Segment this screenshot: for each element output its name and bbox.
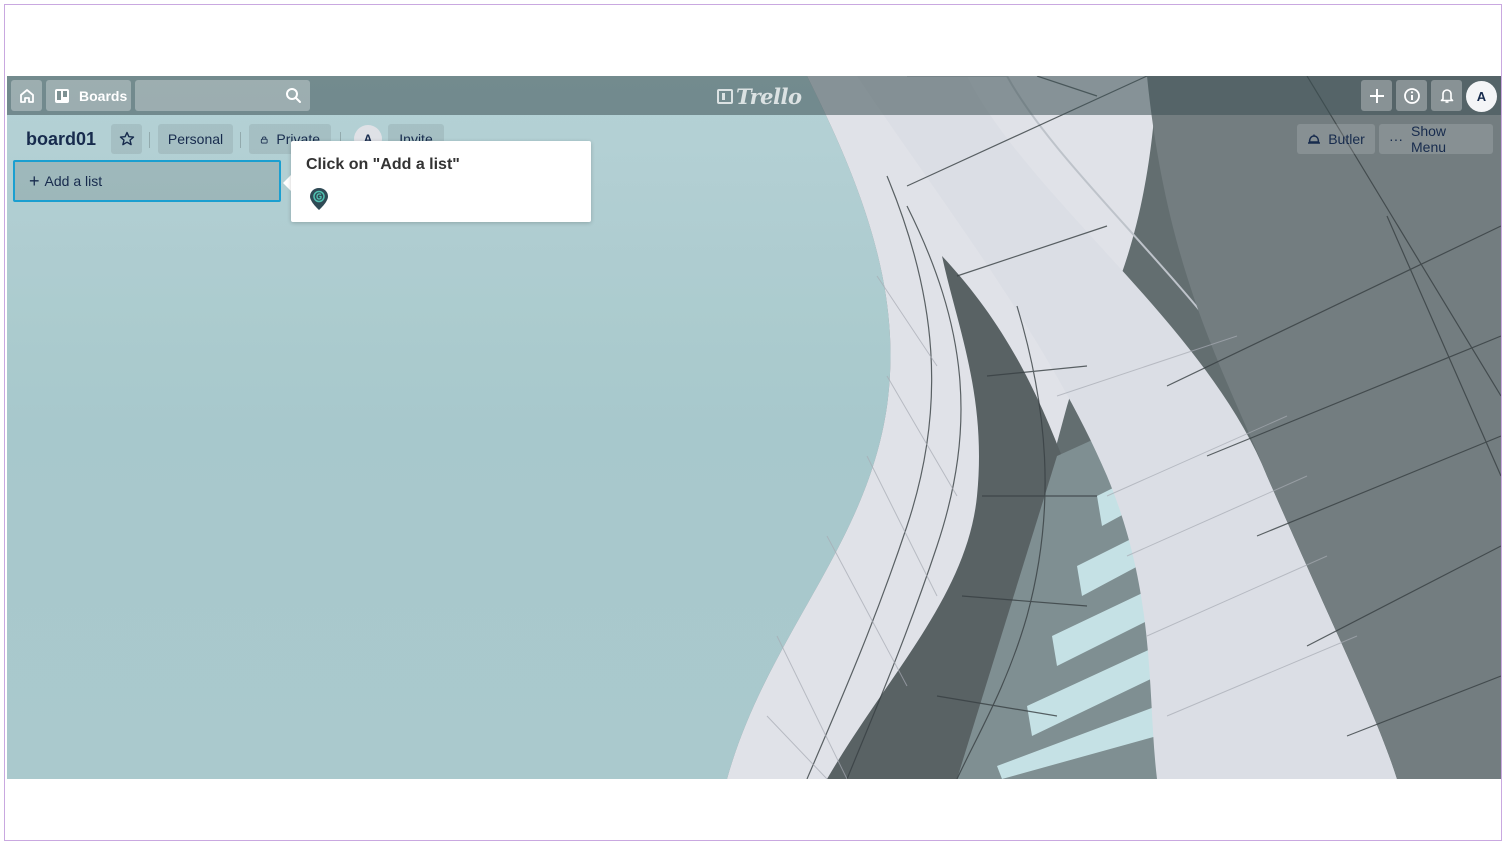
create-button[interactable] xyxy=(1361,80,1392,111)
guide-marker-icon[interactable] xyxy=(309,187,329,211)
butler-button[interactable]: Butler xyxy=(1297,124,1375,154)
search-icon xyxy=(286,88,301,103)
show-menu-button[interactable]: ··· Show Menu xyxy=(1379,123,1493,155)
guide-tooltip-text: Click on "Add a list" xyxy=(306,156,460,173)
trello-board-page: Boards Trello A board01 Personal Private… xyxy=(7,76,1501,779)
add-list-label: Add a list xyxy=(44,173,103,189)
information-button[interactable] xyxy=(1396,80,1427,111)
tooltip-arrow xyxy=(283,175,291,191)
trello-logo-text: Trello xyxy=(736,83,802,109)
search-input[interactable] xyxy=(135,80,310,111)
divider xyxy=(149,132,150,148)
boards-label: Boards xyxy=(79,87,128,104)
add-list-button[interactable]: + Add a list xyxy=(13,160,281,202)
user-avatar[interactable]: A xyxy=(1466,81,1497,112)
more-icon: ··· xyxy=(1389,131,1403,147)
show-menu-label: Show Menu xyxy=(1411,123,1447,155)
plus-icon: + xyxy=(29,170,40,191)
home-icon xyxy=(19,88,34,103)
home-button[interactable] xyxy=(11,80,42,111)
board-title[interactable]: board01 xyxy=(26,129,96,150)
butler-label: Butler xyxy=(1328,131,1365,147)
plus-icon xyxy=(1369,88,1384,103)
board-header: board01 Personal Private A Invite Butler xyxy=(7,120,1501,158)
guide-tooltip: Click on "Add a list" xyxy=(291,141,591,222)
top-navigation-bar: Boards Trello A xyxy=(7,76,1501,115)
trello-logo[interactable]: Trello xyxy=(717,83,802,109)
lock-icon xyxy=(260,135,268,143)
boards-icon xyxy=(55,88,69,103)
info-icon xyxy=(1403,87,1420,104)
trello-logo-icon xyxy=(717,88,733,104)
notifications-button[interactable] xyxy=(1431,80,1462,111)
bell-icon xyxy=(1440,88,1453,103)
boards-button[interactable]: Boards xyxy=(46,80,131,111)
team-button[interactable]: Personal xyxy=(158,124,233,154)
butler-icon xyxy=(1308,134,1321,144)
divider xyxy=(240,132,241,148)
star-board-button[interactable] xyxy=(111,124,142,154)
star-icon xyxy=(119,131,134,146)
